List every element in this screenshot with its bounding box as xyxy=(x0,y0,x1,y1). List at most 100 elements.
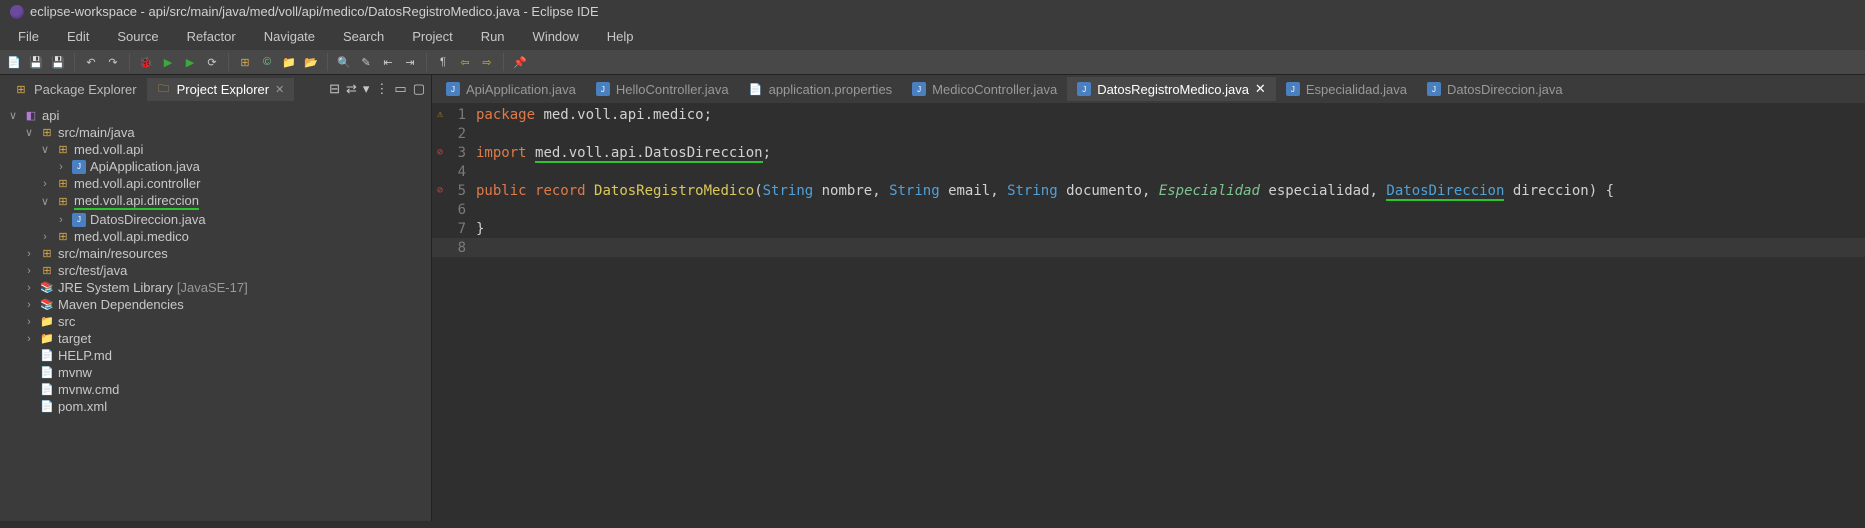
tab-especialidad[interactable]: JEspecialidad.java xyxy=(1276,78,1417,101)
tree-pkg-direccion[interactable]: ∨⊞med.voll.api.direccion xyxy=(0,192,431,211)
minimize-icon[interactable]: ▭ xyxy=(394,81,406,97)
editor-area: JApiApplication.java JHelloController.ja… xyxy=(432,75,1865,521)
tree-label: HELP.md xyxy=(58,348,112,363)
tab-label: MedicoController.java xyxy=(932,82,1057,97)
tree-file-mvnwcmd[interactable]: 📄 mvnw.cmd xyxy=(0,381,431,398)
menu-refactor[interactable]: Refactor xyxy=(175,25,248,48)
maximize-icon[interactable]: ▢ xyxy=(413,81,425,97)
tree-src-main-resources[interactable]: ›⊞src/main/resources xyxy=(0,245,431,262)
open-type-icon[interactable]: 📂 xyxy=(303,54,319,70)
view-package-explorer[interactable]: ⊞ Package Explorer xyxy=(4,78,147,101)
project-tree[interactable]: ∨◧api ∨⊞src/main/java ∨⊞med.voll.api ›JA… xyxy=(0,103,431,521)
error-marker-icon[interactable]: ⊘ xyxy=(432,147,448,158)
menu-help[interactable]: Help xyxy=(595,25,646,48)
save-icon[interactable]: 💾 xyxy=(28,54,44,70)
tree-src-test-java[interactable]: ›⊞src/test/java xyxy=(0,262,431,279)
tab-label: Especialidad.java xyxy=(1306,82,1407,97)
menu-navigate[interactable]: Navigate xyxy=(252,25,327,48)
coverage-icon[interactable]: ▶ xyxy=(182,54,198,70)
run-last-icon[interactable]: ⟳ xyxy=(204,54,220,70)
view-project-explorer[interactable]: 🗀 Project Explorer ✕ xyxy=(147,78,295,101)
tree-file-help[interactable]: 📄HELP.md xyxy=(0,347,431,364)
tree-src-folder[interactable]: ›📁src xyxy=(0,313,431,330)
menu-project[interactable]: Project xyxy=(400,25,464,48)
tree-project-root[interactable]: ∨◧api xyxy=(0,107,431,124)
new-folder-icon[interactable]: 📁 xyxy=(281,54,297,70)
tree-file-apiapplication[interactable]: ›JApiApplication.java xyxy=(0,158,431,175)
menu-search[interactable]: Search xyxy=(331,25,396,48)
view-label: Package Explorer xyxy=(34,82,137,97)
tab-label: DatosRegistroMedico.java xyxy=(1097,82,1249,97)
java-file-icon: J xyxy=(1077,82,1091,96)
new-package-icon[interactable]: ⊞ xyxy=(237,54,253,70)
tab-apiapplication[interactable]: JApiApplication.java xyxy=(436,78,586,101)
tree-label: src/main/java xyxy=(58,125,135,140)
file-icon: 📄 xyxy=(40,400,54,414)
tree-label: mvnw.cmd xyxy=(58,382,119,397)
tree-label: DatosDireccion.java xyxy=(90,212,206,227)
tree-jre-library[interactable]: ›📚JRE System Library [JavaSE-17] xyxy=(0,279,431,296)
run-icon[interactable]: ▶ xyxy=(160,54,176,70)
menu-file[interactable]: File xyxy=(6,25,51,48)
tree-pkg-controller[interactable]: ›⊞med.voll.api.controller xyxy=(0,175,431,192)
package-icon: ⊞ xyxy=(56,143,70,157)
undo-icon[interactable]: ↶ xyxy=(83,54,99,70)
tab-applicationproperties[interactable]: 📄 application.properties xyxy=(739,78,903,101)
sidebar: ⊞ Package Explorer 🗀 Project Explorer ✕ … xyxy=(0,75,432,521)
tree-label: med.voll.api.controller xyxy=(74,176,200,191)
line-number: 2 xyxy=(448,126,476,142)
source-folder-icon: ⊞ xyxy=(40,126,54,140)
close-icon[interactable]: ✕ xyxy=(1255,81,1266,97)
tab-label: application.properties xyxy=(769,82,893,97)
tree-file-datosdireccion[interactable]: ›JDatosDireccion.java xyxy=(0,211,431,228)
tab-datosregistromedico[interactable]: J DatosRegistroMedico.java ✕ xyxy=(1067,77,1276,101)
pin-icon[interactable]: 📌 xyxy=(512,54,528,70)
forward-icon[interactable]: ⇨ xyxy=(479,54,495,70)
filter-icon[interactable]: ▾ xyxy=(363,81,370,97)
tab-hellocontroller[interactable]: JHelloController.java xyxy=(586,78,739,101)
tree-maven-dependencies[interactable]: ›📚Maven Dependencies xyxy=(0,296,431,313)
new-icon[interactable]: 📄 xyxy=(6,54,22,70)
warning-marker-icon[interactable]: ⚠ xyxy=(432,109,448,120)
view-menu-icon[interactable]: ⋮ xyxy=(375,81,388,97)
folder-icon: 🗀 xyxy=(157,82,171,96)
menu-edit[interactable]: Edit xyxy=(55,25,101,48)
tree-label: src/main/resources xyxy=(58,246,168,261)
library-icon: 📚 xyxy=(40,298,54,312)
code-editor[interactable]: ⚠1package med.voll.api.medico; 2 ⊘3impor… xyxy=(432,103,1865,259)
separator xyxy=(327,53,328,71)
tab-datosdireccion[interactable]: JDatosDireccion.java xyxy=(1417,78,1573,101)
tree-file-pom[interactable]: 📄 pom.xml xyxy=(0,398,431,415)
java-file-icon: J xyxy=(912,82,926,96)
tree-label: med.voll.api xyxy=(74,142,143,157)
link-editor-icon[interactable]: ⇄ xyxy=(346,81,357,97)
menu-source[interactable]: Source xyxy=(105,25,170,48)
back-icon[interactable]: ⇦ xyxy=(457,54,473,70)
save-all-icon[interactable]: 💾 xyxy=(50,54,66,70)
annotation-next-icon[interactable]: ⇥ xyxy=(402,54,418,70)
separator xyxy=(426,53,427,71)
collapse-all-icon[interactable]: ⊟ xyxy=(329,81,340,97)
tree-pkg-api[interactable]: ∨⊞med.voll.api xyxy=(0,141,431,158)
eclipse-icon xyxy=(10,5,24,19)
new-class-icon[interactable]: © xyxy=(259,54,275,70)
annotation-prev-icon[interactable]: ⇤ xyxy=(380,54,396,70)
tree-src-main-java[interactable]: ∨⊞src/main/java xyxy=(0,124,431,141)
search-icon[interactable]: 🔍 xyxy=(336,54,352,70)
close-icon[interactable]: ✕ xyxy=(275,83,284,96)
tree-file-mvnw[interactable]: 📄mvnw xyxy=(0,364,431,381)
error-marker-icon[interactable]: ⊘ xyxy=(432,185,448,196)
show-whitespace-icon[interactable]: ¶ xyxy=(435,54,451,70)
tree-target-folder[interactable]: ›📁target xyxy=(0,330,431,347)
tree-pkg-medico[interactable]: ›⊞med.voll.api.medico xyxy=(0,228,431,245)
tab-label: HelloController.java xyxy=(616,82,729,97)
tree-label: pom.xml xyxy=(58,399,107,414)
file-icon: 📄 xyxy=(749,82,763,96)
toggle-mark-icon[interactable]: ✎ xyxy=(358,54,374,70)
menu-run[interactable]: Run xyxy=(469,25,517,48)
debug-icon[interactable]: 🐞 xyxy=(138,54,154,70)
file-icon: 📄 xyxy=(40,383,54,397)
redo-icon[interactable]: ↷ xyxy=(105,54,121,70)
tab-medicocontroller[interactable]: J MedicoController.java xyxy=(902,78,1067,101)
menu-window[interactable]: Window xyxy=(521,25,591,48)
